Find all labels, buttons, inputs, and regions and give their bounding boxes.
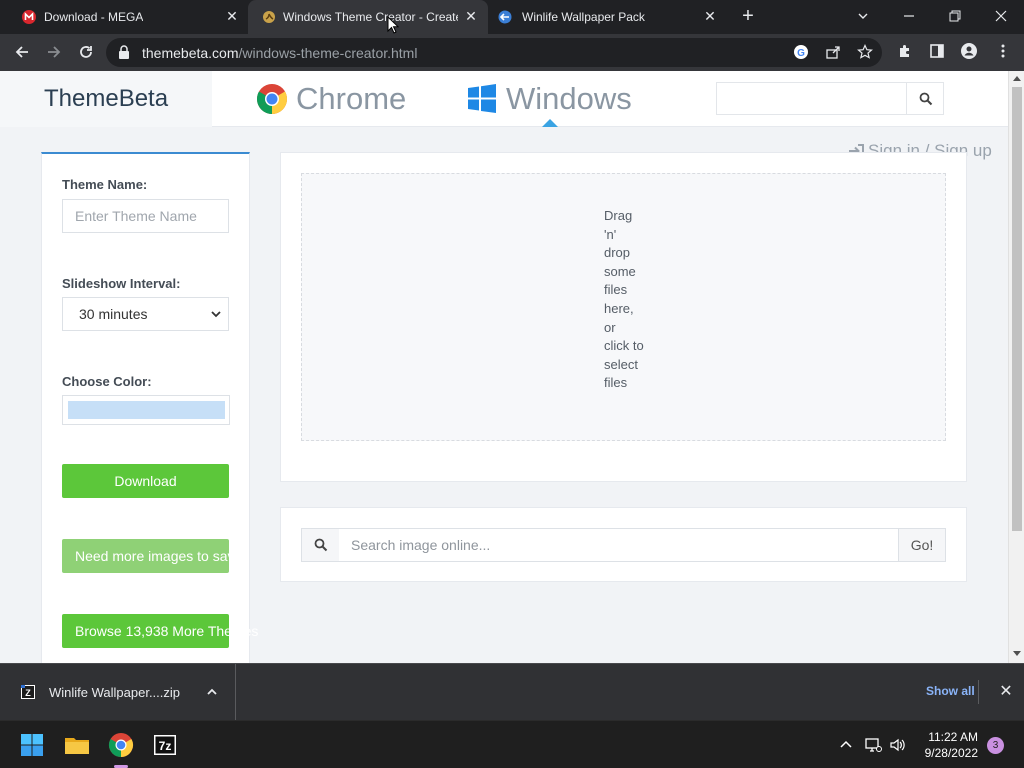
- tray-overflow-chevron-icon[interactable]: [837, 737, 855, 753]
- browse-themes-button[interactable]: Browse 13,938 More Themes: [62, 614, 258, 648]
- site-header: ThemeBeta Chrome Windows: [0, 71, 1008, 127]
- themebeta-icon: [263, 11, 275, 23]
- browser-toolbar: themebeta.com/windows-theme-creator.html…: [0, 34, 1024, 71]
- show-all-downloads-link[interactable]: Show all: [926, 684, 975, 698]
- download-item[interactable]: Z Winlife Wallpaper....zip: [0, 664, 236, 721]
- page-scrollbar[interactable]: [1008, 71, 1024, 663]
- close-tab-icon[interactable]: ✕: [463, 8, 479, 24]
- start-icon[interactable]: [16, 729, 48, 761]
- site-search-button[interactable]: [906, 82, 944, 115]
- close-window-button[interactable]: [978, 0, 1024, 34]
- theme-settings-panel: Theme Name: Slideshow Interval: 30 minut…: [41, 152, 258, 663]
- tab-windows-theme-creator[interactable]: Windows Theme Creator - Create ✕: [248, 0, 488, 34]
- search-icon: [919, 92, 933, 106]
- svg-text:G: G: [797, 48, 805, 59]
- profile-avatar-icon[interactable]: [960, 43, 978, 61]
- go-button[interactable]: Go!: [898, 528, 946, 562]
- upload-panel: Drag 'n' drop some files here, or click …: [280, 152, 967, 482]
- theme-name-input[interactable]: [62, 199, 229, 233]
- file-dropzone[interactable]: Drag 'n' drop some files here, or click …: [301, 173, 946, 441]
- volume-icon[interactable]: [889, 737, 907, 753]
- image-search-icon-box: [301, 528, 340, 562]
- 7zip-icon[interactable]: 7z: [149, 729, 181, 761]
- download-button[interactable]: Download: [62, 464, 229, 498]
- chrome-icon[interactable]: [105, 729, 137, 761]
- page-viewport: ThemeBeta Chrome Windows Sign in / Sign …: [0, 71, 1024, 663]
- clock-date: 9/28/2022: [924, 746, 978, 760]
- winlife-icon: [498, 10, 512, 24]
- extensions-icon[interactable]: [896, 43, 914, 61]
- forward-button[interactable]: [43, 41, 65, 63]
- system-clock[interactable]: 11:22 AM 9/28/2022: [912, 729, 978, 761]
- dropzone-text: Drag 'n' drop some files here, or click …: [604, 208, 644, 391]
- choose-color-label: Choose Color:: [62, 374, 152, 389]
- tab-winlife[interactable]: Winlife Wallpaper Pack ✕: [488, 0, 728, 34]
- clock-time: 11:22 AM: [928, 730, 978, 744]
- slideshow-interval-select[interactable]: 30 minutes: [62, 297, 229, 331]
- minimize-button[interactable]: [886, 0, 932, 34]
- restore-button[interactable]: [932, 0, 978, 34]
- network-icon[interactable]: [864, 737, 882, 753]
- url-text: themebeta.com/windows-theme-creator.html: [142, 45, 418, 61]
- site-logo[interactable]: ThemeBeta: [44, 85, 168, 113]
- theme-name-label: Theme Name:: [62, 177, 148, 192]
- mega-icon: [22, 10, 36, 24]
- back-button[interactable]: [11, 41, 33, 63]
- nav-chrome-label: Chrome: [296, 81, 407, 116]
- windows-logo-icon: [468, 84, 496, 113]
- slideshow-interval-value: 30 minutes: [79, 306, 148, 322]
- divider: [978, 680, 979, 704]
- lock-icon[interactable]: [118, 45, 130, 59]
- bookmark-star-icon[interactable]: [856, 44, 874, 62]
- notification-badge[interactable]: 3: [987, 737, 1004, 754]
- scrollbar-thumb[interactable]: [1012, 87, 1022, 531]
- windows-taskbar: 7z 11:22 AM 9/28/2022 3: [0, 720, 1024, 768]
- share-icon[interactable]: [824, 44, 842, 62]
- reload-button[interactable]: [75, 41, 97, 63]
- image-search-panel: Go!: [280, 507, 967, 582]
- search-icon: [314, 538, 328, 552]
- download-shelf: Z Winlife Wallpaper....zip Show all ✕: [0, 663, 1024, 721]
- tab-title: Windows Theme Creator - Create: [283, 10, 458, 24]
- color-swatch: [68, 401, 225, 419]
- image-search-input[interactable]: [339, 528, 899, 562]
- tab-mega[interactable]: Download - MEGA ✕: [0, 0, 248, 34]
- nav-windows-label: Windows: [506, 81, 632, 116]
- new-tab-button[interactable]: +: [738, 6, 758, 26]
- chrome-logo-icon: [256, 84, 288, 114]
- download-file-name: Winlife Wallpaper....zip: [49, 685, 181, 700]
- chevron-down-icon: [211, 311, 221, 318]
- close-shelf-icon[interactable]: ✕: [998, 684, 1014, 700]
- tab-title: Winlife Wallpaper Pack: [522, 10, 645, 24]
- slideshow-interval-label: Slideshow Interval:: [62, 276, 181, 291]
- google-lens-icon[interactable]: G: [792, 44, 810, 62]
- tab-title: Download - MEGA: [44, 10, 144, 24]
- scroll-down-arrow[interactable]: [1013, 651, 1021, 656]
- site-search-input[interactable]: [716, 82, 907, 115]
- chrome-menu-icon[interactable]: [994, 43, 1012, 61]
- chevron-up-icon[interactable]: [206, 687, 218, 697]
- mouse-cursor-icon: [387, 16, 399, 34]
- brand-area: ThemeBeta: [0, 71, 212, 127]
- more-images-button[interactable]: Need more images to save: [62, 539, 229, 573]
- nav-windows[interactable]: Windows: [466, 81, 632, 117]
- active-nav-indicator: [542, 119, 558, 127]
- nav-chrome[interactable]: Chrome: [256, 81, 406, 117]
- close-tab-icon[interactable]: ✕: [224, 8, 240, 24]
- scroll-up-arrow[interactable]: [1013, 76, 1021, 81]
- svg-text:Z: Z: [25, 688, 31, 698]
- tab-strip: Download - MEGA ✕ Windows Theme Creator …: [0, 0, 1024, 34]
- svg-text:7z: 7z: [159, 739, 172, 753]
- zip-file-icon: Z: [21, 685, 35, 699]
- side-panel-icon[interactable]: [928, 43, 946, 61]
- tab-search-icon[interactable]: [840, 0, 886, 34]
- close-tab-icon[interactable]: ✕: [702, 8, 718, 24]
- address-bar[interactable]: themebeta.com/windows-theme-creator.html…: [106, 38, 882, 67]
- color-picker[interactable]: [62, 395, 230, 425]
- file-explorer-icon[interactable]: [61, 729, 93, 761]
